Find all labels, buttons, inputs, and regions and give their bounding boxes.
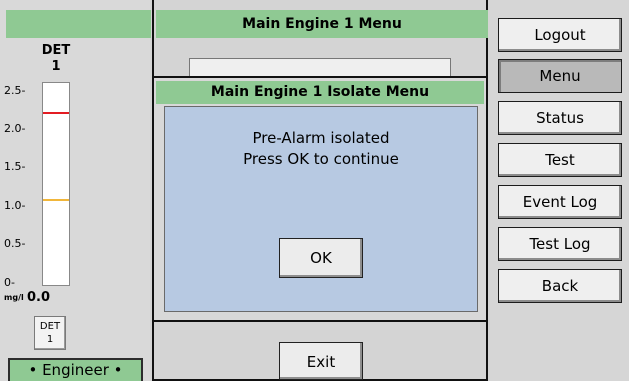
back-button[interactable]: Back: [498, 269, 622, 303]
status-button[interactable]: Status: [498, 101, 622, 135]
event-log-button[interactable]: Event Log: [498, 185, 622, 219]
gauge-tick-1.0: 1.0-: [4, 199, 26, 212]
concentration-gauge: [42, 82, 70, 286]
detector-number: 1: [51, 59, 61, 74]
gauge-tick-2.0: 2.0-: [4, 122, 26, 135]
gauge-tick-1.5: 1.5-: [4, 160, 26, 173]
current-reading: 0.0: [27, 290, 51, 305]
gauge-tick-2.5: 2.5-: [4, 84, 26, 97]
gauge-tick-0: 0-: [4, 276, 15, 289]
detector-button-line1: DET: [39, 321, 61, 332]
logout-button[interactable]: Logout: [498, 18, 622, 52]
menu-button[interactable]: Menu: [498, 59, 622, 93]
message-line-1: Pre-Alarm isolated: [252, 129, 390, 147]
exit-button[interactable]: Exit: [279, 342, 363, 380]
isolate-dialog-title: Main Engine 1 Isolate Menu: [156, 81, 484, 104]
access-level-badge: • Engineer •: [8, 358, 143, 381]
detector-button-line2: 1: [46, 334, 54, 345]
alarm-threshold-line: [43, 112, 69, 114]
detector-title: DET: [41, 43, 71, 58]
test-button[interactable]: Test: [498, 143, 622, 177]
ok-button[interactable]: OK: [279, 238, 363, 278]
detector-header-bar: [6, 10, 151, 38]
test-log-button[interactable]: Test Log: [498, 227, 622, 261]
unit-label: mg/l: [4, 293, 24, 302]
prealarm-threshold-line: [43, 199, 69, 201]
gauge-tick-0.5: 0.5-: [4, 237, 26, 250]
isolate-menu-button[interactable]: [189, 58, 451, 78]
main-menu-title: Main Engine 1 Menu: [156, 10, 488, 38]
message-line-2: Press OK to continue: [243, 150, 399, 168]
detector-select-button[interactable]: DET 1: [34, 316, 66, 350]
